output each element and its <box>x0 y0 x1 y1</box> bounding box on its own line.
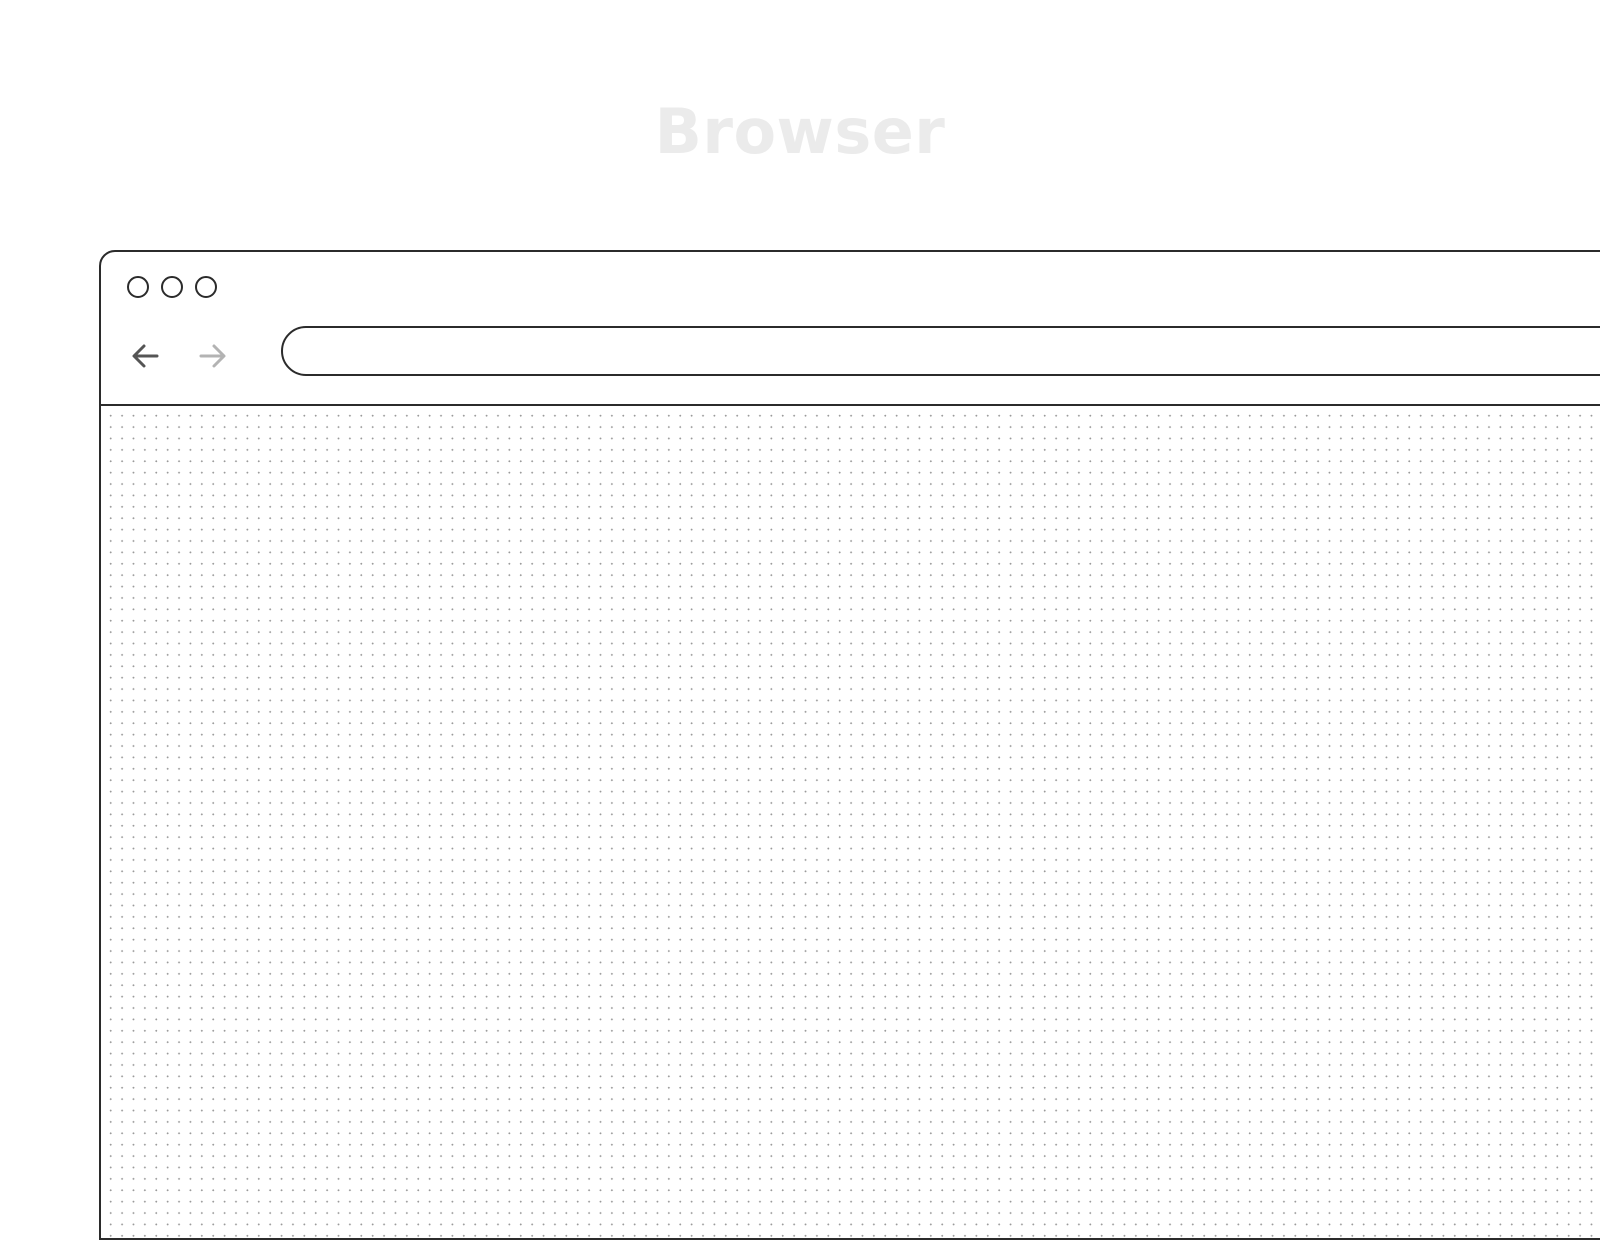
arrow-left-icon <box>132 344 159 368</box>
window-maximize-button[interactable] <box>195 276 217 298</box>
arrow-right-icon <box>199 344 226 368</box>
browser-toolbar <box>101 320 1600 402</box>
browser-window <box>99 250 1600 1240</box>
window-controls <box>127 276 217 302</box>
page-title: Browser <box>654 95 946 168</box>
window-minimize-button[interactable] <box>161 276 183 298</box>
forward-button[interactable] <box>195 339 229 373</box>
window-close-button[interactable] <box>127 276 149 298</box>
address-bar[interactable] <box>281 326 1600 376</box>
back-button[interactable] <box>129 339 163 373</box>
page-content-area[interactable] <box>101 406 1600 1238</box>
